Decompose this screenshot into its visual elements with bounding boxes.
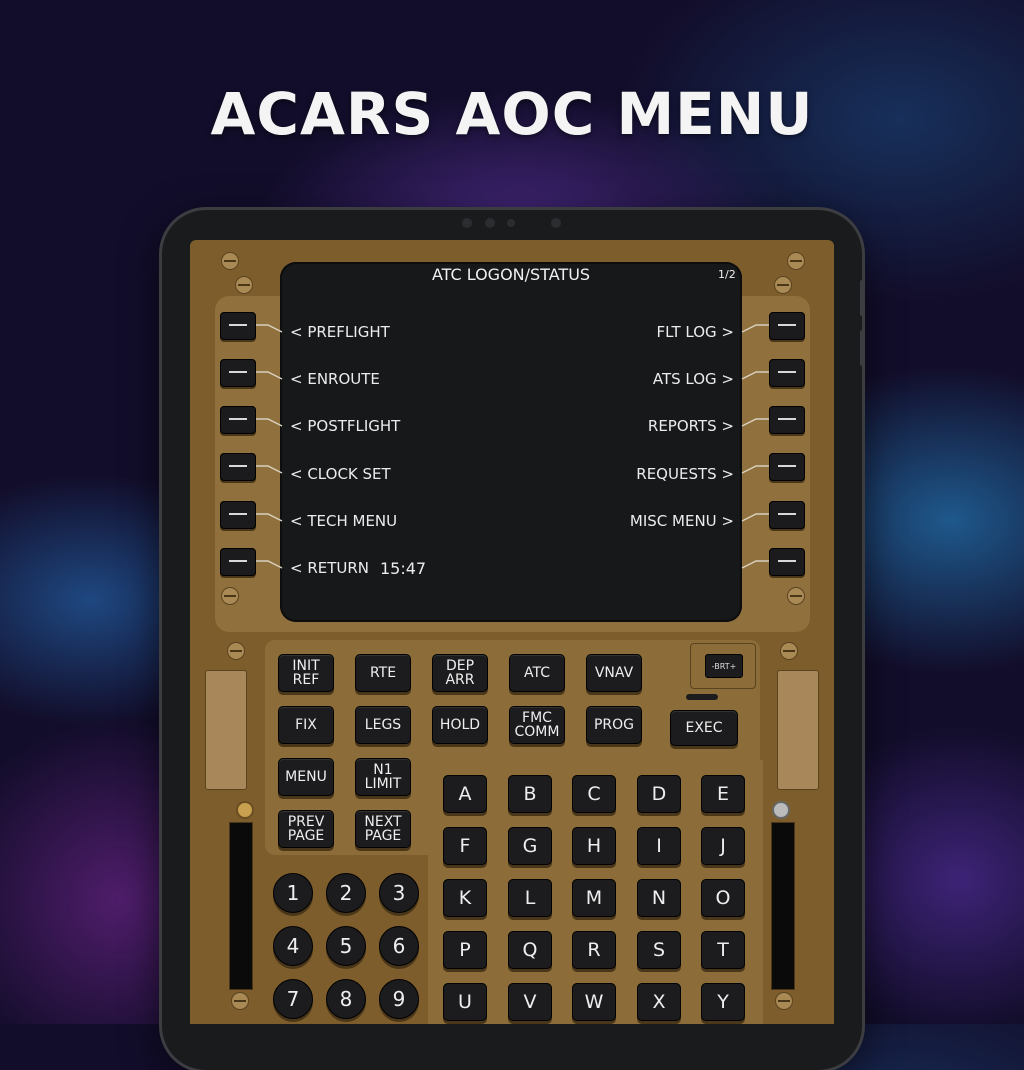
alpha-key-k[interactable]: K (443, 879, 487, 917)
connector-line (741, 371, 770, 380)
lsk-5r[interactable] (769, 501, 805, 529)
alpha-key-d[interactable]: D (637, 775, 681, 813)
lsk-1r[interactable] (769, 312, 805, 340)
alpha-key-w[interactable]: W (572, 983, 616, 1021)
num-key-8[interactable]: 8 (326, 979, 366, 1019)
atc-key[interactable]: ATC (509, 654, 565, 692)
init-ref-key[interactable]: INIT REF (278, 654, 334, 692)
alpha-key-x[interactable]: X (637, 983, 681, 1021)
alpha-key-s[interactable]: S (637, 931, 681, 969)
connector-line (254, 560, 283, 569)
alpha-key-c[interactable]: C (572, 775, 616, 813)
alpha-key-u[interactable]: U (443, 983, 487, 1021)
alpha-key-f[interactable]: F (443, 827, 487, 865)
next-page-key[interactable]: NEXT PAGE (355, 810, 411, 848)
dep-arr-key[interactable]: DEP ARR (432, 654, 488, 692)
exec-lamp (686, 694, 718, 700)
left-annunciator-slot (229, 822, 253, 990)
connector-line (254, 465, 283, 474)
connector-line (741, 560, 770, 569)
num-key-1[interactable]: 1 (273, 873, 313, 913)
connector-line (741, 418, 770, 427)
alpha-key-m[interactable]: M (572, 879, 616, 917)
menu-key[interactable]: MENU (278, 758, 334, 796)
alpha-key-b[interactable]: B (508, 775, 552, 813)
left-mount-bracket (205, 670, 247, 790)
lsk-5l[interactable] (220, 501, 256, 529)
lsk-4r[interactable] (769, 453, 805, 481)
alpha-key-y[interactable]: Y (701, 983, 745, 1021)
alpha-key-t[interactable]: T (701, 931, 745, 969)
alpha-key-r[interactable]: R (572, 931, 616, 969)
alpha-key-a[interactable]: A (443, 775, 487, 813)
prev-page-key[interactable]: PREV PAGE (278, 810, 334, 848)
ofst-annunciator-icon (772, 801, 790, 819)
alpha-key-j[interactable]: J (701, 827, 745, 865)
legs-key[interactable]: LEGS (355, 706, 411, 744)
alpha-key-p[interactable]: P (443, 931, 487, 969)
num-key-9[interactable]: 9 (379, 979, 419, 1019)
alpha-key-l[interactable]: L (508, 879, 552, 917)
num-key-7[interactable]: 7 (273, 979, 313, 1019)
alpha-key-e[interactable]: E (701, 775, 745, 813)
hold-key[interactable]: HOLD (432, 706, 488, 744)
vnav-key[interactable]: VNAV (586, 654, 642, 692)
alpha-key-h[interactable]: H (572, 827, 616, 865)
lsk-6l[interactable] (220, 548, 256, 576)
rte-key[interactable]: RTE (355, 654, 411, 692)
right-annunciator-slot (771, 822, 795, 990)
fmc-comm-key[interactable]: FMC COMM (509, 706, 565, 744)
lsk-3r[interactable] (769, 406, 805, 434)
alpha-key-v[interactable]: V (508, 983, 552, 1021)
alpha-key-q[interactable]: Q (508, 931, 552, 969)
connector-line (254, 371, 283, 380)
lsk-3l[interactable] (220, 406, 256, 434)
exec-key[interactable]: EXEC (670, 710, 738, 746)
n1-limit-key[interactable]: N1 LIMIT (355, 758, 411, 796)
num-key-5[interactable]: 5 (326, 926, 366, 966)
connector-line (254, 324, 283, 333)
right-mount-bracket (777, 670, 819, 790)
brightness-button[interactable]: -BRT+ (705, 654, 743, 678)
num-key-4[interactable]: 4 (273, 926, 313, 966)
lsk-2r[interactable] (769, 359, 805, 387)
lsk-1l[interactable] (220, 312, 256, 340)
alpha-key-n[interactable]: N (637, 879, 681, 917)
lsk-2l[interactable] (220, 359, 256, 387)
num-key-6[interactable]: 6 (379, 926, 419, 966)
connector-line (741, 465, 770, 474)
connector-line (254, 418, 283, 427)
fix-key[interactable]: FIX (278, 706, 334, 744)
lsk-4l[interactable] (220, 453, 256, 481)
connector-line (254, 513, 283, 522)
num-key-3[interactable]: 3 (379, 873, 419, 913)
alpha-key-i[interactable]: I (637, 827, 681, 865)
connector-line (741, 324, 770, 333)
lsk-6r[interactable] (769, 548, 805, 576)
alpha-key-o[interactable]: O (701, 879, 745, 917)
prog-key[interactable]: PROG (586, 706, 642, 744)
num-key-2[interactable]: 2 (326, 873, 366, 913)
alpha-key-g[interactable]: G (508, 827, 552, 865)
connector-line (741, 513, 770, 522)
msg-annunciator-icon (236, 801, 254, 819)
